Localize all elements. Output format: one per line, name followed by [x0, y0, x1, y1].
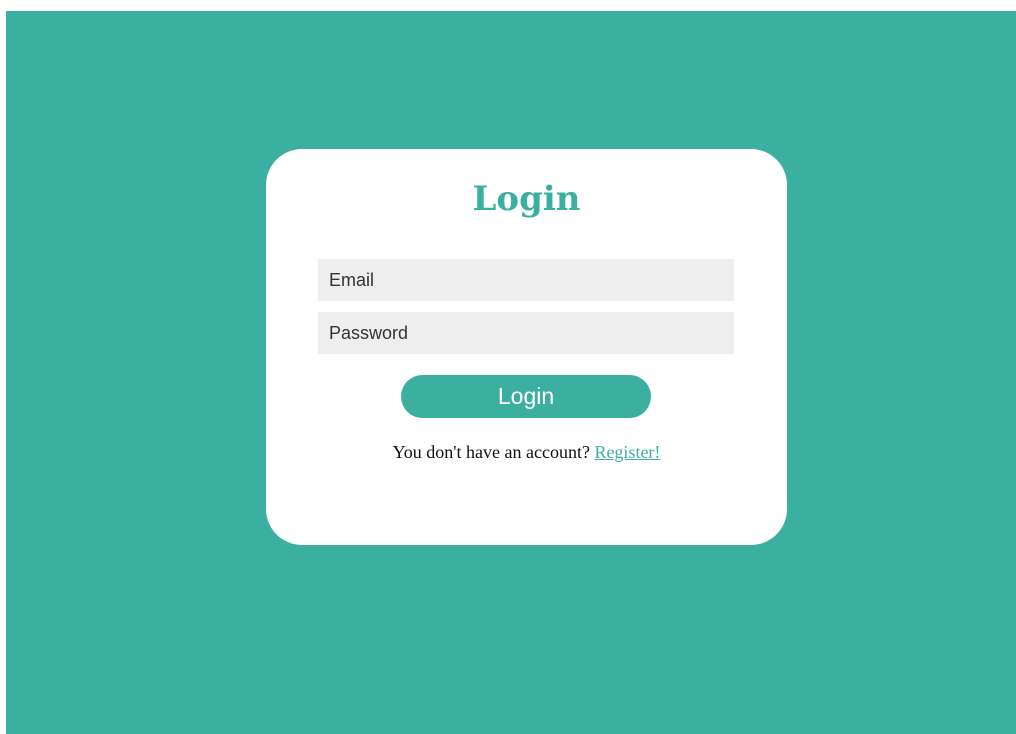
page-background: Login Login You don't have an account? R… [6, 11, 1016, 734]
login-card: Login Login You don't have an account? R… [266, 149, 787, 545]
login-button[interactable]: Login [401, 375, 651, 418]
register-prompt-text: You don't have an account? [392, 442, 590, 462]
register-prompt: You don't have an account? Register! [266, 441, 787, 463]
email-field[interactable] [318, 259, 734, 301]
register-link[interactable]: Register! [594, 442, 660, 462]
login-title: Login [472, 179, 581, 219]
password-field[interactable] [318, 312, 734, 354]
